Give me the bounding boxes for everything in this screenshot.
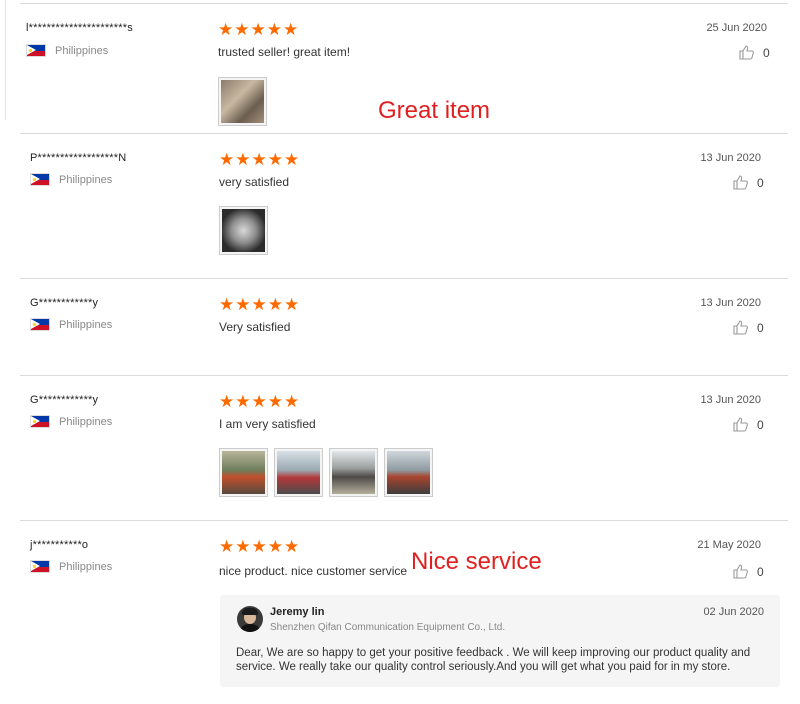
star-icon: ★	[267, 392, 283, 411]
star-icon: ★	[284, 150, 300, 169]
country-label: Philippines	[59, 560, 113, 573]
review-comment: Very satisfied	[219, 320, 291, 334]
star-icon: ★	[267, 537, 283, 556]
review-date: 25 Jun 2020	[706, 22, 767, 34]
star-icon: ★	[267, 150, 283, 169]
review-photo-thumbnail[interactable]	[219, 206, 268, 255]
reviewer-country: Philippines	[30, 560, 112, 573]
star-icon: ★	[219, 150, 235, 169]
philippines-flag-icon	[30, 173, 50, 186]
philippines-flag-icon	[26, 44, 46, 57]
review-photo-thumbnail[interactable]	[329, 448, 378, 497]
star-icon: ★	[235, 392, 251, 411]
like-count: 0	[763, 45, 770, 60]
reviewer-country: Philippines	[30, 173, 112, 186]
star-rating: ★ ★ ★ ★ ★	[219, 295, 300, 314]
star-icon: ★	[219, 392, 235, 411]
review-comment: nice product. nice customer service	[219, 564, 408, 578]
review-date: 13 Jun 2020	[700, 152, 761, 164]
star-icon: ★	[251, 392, 267, 411]
star-icon: ★	[250, 20, 266, 39]
reviewer-name: l**********************s	[26, 22, 133, 34]
star-icon: ★	[235, 150, 251, 169]
review-photo-thumbnail[interactable]	[219, 448, 268, 497]
country-label: Philippines	[59, 318, 113, 331]
thumbs-up-icon	[733, 417, 748, 432]
star-icon: ★	[219, 295, 235, 314]
review-photo-thumbnail[interactable]	[218, 77, 267, 126]
like-button[interactable]: 0	[733, 417, 764, 432]
star-icon: ★	[234, 20, 250, 39]
country-label: Philippines	[55, 44, 109, 57]
star-icon: ★	[251, 150, 267, 169]
review-date: 13 Jun 2020	[700, 394, 761, 406]
review-comment: I am very satisfied	[219, 417, 316, 431]
star-icon: ★	[284, 295, 300, 314]
country-label: Philippines	[59, 415, 113, 428]
star-rating: ★ ★ ★ ★ ★	[219, 392, 300, 411]
reviewer-country: Philippines	[26, 44, 108, 57]
avatar	[237, 606, 263, 632]
star-icon: ★	[218, 20, 234, 39]
star-icon: ★	[283, 20, 299, 39]
like-count: 0	[757, 417, 764, 432]
star-rating: ★ ★ ★ ★ ★	[218, 20, 299, 39]
like-button[interactable]: 0	[739, 45, 770, 60]
star-icon: ★	[251, 295, 267, 314]
review-photo-thumbnail[interactable]	[274, 448, 323, 497]
like-count: 0	[757, 564, 764, 579]
reviewer-name: P******************N	[30, 152, 127, 164]
star-icon: ★	[219, 537, 235, 556]
reviewer-name: j***********o	[30, 539, 89, 551]
star-icon: ★	[266, 20, 282, 39]
star-icon: ★	[284, 537, 300, 556]
annotation-nice-service: Nice service	[411, 548, 542, 575]
star-rating: ★ ★ ★ ★ ★	[219, 537, 300, 556]
reply-date: 02 Jun 2020	[703, 606, 764, 618]
review-item: G************y Philippines ★ ★ ★ ★ ★ I am ve…	[20, 375, 788, 521]
review-item: P******************N Philippines ★ ★ ★ ★ ★ v…	[20, 133, 788, 279]
review-comment: trusted seller! great item!	[218, 45, 351, 59]
like-count: 0	[757, 175, 764, 190]
annotation-great-item: Great item	[378, 97, 491, 124]
star-icon: ★	[267, 295, 283, 314]
reply-company-name: Shenzhen Qifan Communication Equipment C…	[270, 622, 506, 633]
country-label: Philippines	[59, 173, 113, 186]
review-photo-thumbnail[interactable]	[384, 448, 433, 497]
star-icon: ★	[235, 295, 251, 314]
philippines-flag-icon	[30, 415, 50, 428]
philippines-flag-icon	[30, 560, 50, 573]
star-icon: ★	[235, 537, 251, 556]
like-count: 0	[757, 320, 764, 335]
review-item: G************y Philippines ★ ★ ★ ★ ★ Very sa…	[20, 278, 788, 376]
star-rating: ★ ★ ★ ★ ★	[219, 150, 300, 169]
thumbs-up-icon	[733, 564, 748, 579]
review-comment: very satisfied	[219, 175, 290, 189]
star-icon: ★	[284, 392, 300, 411]
reviewer-country: Philippines	[30, 318, 112, 331]
like-button[interactable]: 0	[733, 564, 764, 579]
reply-text: Dear, We are so happy to get your positi…	[236, 647, 751, 673]
thumbs-up-icon	[733, 320, 748, 335]
page-edge	[5, 0, 6, 120]
thumbs-up-icon	[733, 175, 748, 190]
philippines-flag-icon	[30, 318, 50, 331]
review-date: 13 Jun 2020	[700, 297, 761, 309]
like-button[interactable]: 0	[733, 320, 764, 335]
reply-author-name: Jeremy lin	[270, 606, 325, 618]
reviewer-name: G************y	[30, 297, 99, 309]
review-date: 21 May 2020	[697, 539, 761, 551]
reviewer-name: G************y	[30, 394, 99, 406]
thumbs-up-icon	[739, 45, 754, 60]
like-button[interactable]: 0	[733, 175, 764, 190]
seller-reply: Jeremy lin Shenzhen Qifan Communication …	[220, 595, 780, 687]
star-icon: ★	[251, 537, 267, 556]
reviewer-country: Philippines	[30, 415, 112, 428]
